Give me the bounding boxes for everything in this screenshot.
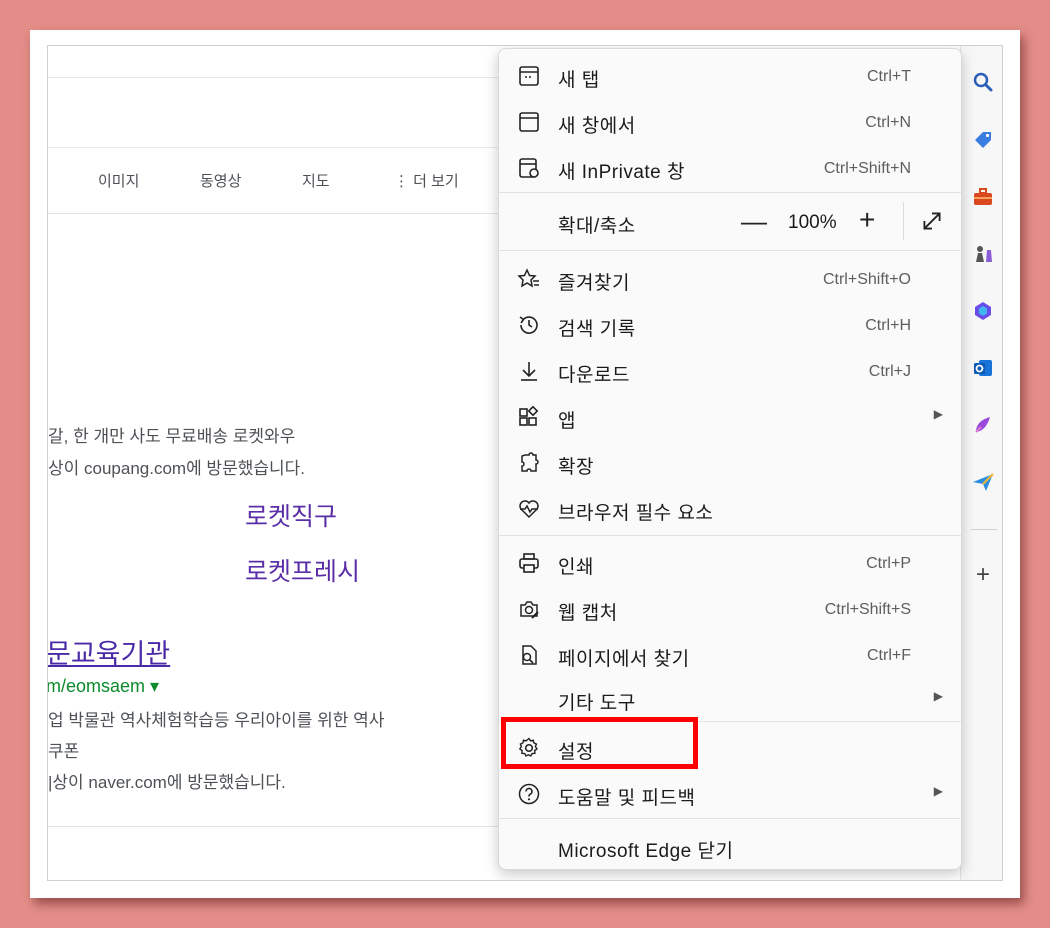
menu-item-new-tab[interactable]: 새 탭 Ctrl+T: [499, 52, 961, 98]
tools-briefcase-icon[interactable]: [971, 185, 995, 209]
games-icon[interactable]: [971, 242, 995, 266]
menu-item-more-tools[interactable]: 기타 도구 ▶: [499, 675, 961, 721]
menu-item-extensions[interactable]: 확장: [499, 439, 961, 485]
result-snippet: 쿠폰: [48, 742, 80, 761]
shortcut-text: Ctrl+P: [866, 555, 911, 572]
find-on-page-icon: [517, 643, 541, 667]
zoom-in-button[interactable]: +: [859, 204, 875, 236]
tab-maps[interactable]: 지도: [302, 170, 330, 191]
menu-item-new-window[interactable]: 새 창에서 Ctrl+N: [499, 98, 961, 144]
heart-pulse-icon: [517, 497, 541, 521]
menu-item-apps[interactable]: 앱 ▶: [499, 393, 961, 439]
add-icon[interactable]: +: [971, 563, 995, 587]
menu-item-label: 인쇄: [558, 557, 594, 578]
apps-icon: [517, 405, 541, 429]
divider: [48, 826, 508, 827]
history-icon: [517, 313, 541, 337]
shortcut-text: Ctrl+N: [865, 114, 911, 131]
menu-item-print[interactable]: 인쇄 Ctrl+P: [499, 539, 961, 585]
menu-item-label: 확대/축소: [558, 216, 636, 237]
result-url[interactable]: m/eomsaem ▾: [48, 676, 159, 697]
result-title-link[interactable]: 문교육기관: [48, 632, 170, 671]
menu-item-find-on-page[interactable]: 페이지에서 찾기 Ctrl+F: [499, 631, 961, 677]
result-snippet: 갈, 한 개만 사도 무료배송 로켓와우: [48, 427, 296, 446]
shopping-tag-icon[interactable]: [971, 128, 995, 152]
favorites-star-icon: [517, 267, 541, 291]
menu-item-label: 도움말 및 피드백: [558, 788, 696, 809]
menu-item-label: 검색 기록: [558, 319, 636, 340]
result-visit-note: 상이 coupang.com에 방문했습니다.: [48, 459, 305, 478]
zoom-level: 100%: [788, 212, 837, 233]
tab-images[interactable]: 이미지: [98, 170, 139, 191]
shortcut-text: Ctrl+F: [867, 647, 911, 664]
print-icon: [517, 551, 541, 575]
menu-item-zoom: 확대/축소 — 100% +: [499, 198, 961, 244]
shortcut-text: Ctrl+T: [867, 68, 911, 85]
menu-item-label: 페이지에서 찾기: [558, 649, 690, 670]
extensions-puzzle-icon: [517, 451, 541, 475]
fullscreen-icon[interactable]: [919, 208, 945, 234]
shortcut-text: Ctrl+Shift+O: [822, 271, 911, 288]
chevron-right-icon: ▶: [933, 407, 943, 421]
menu-item-label: 다운로드: [558, 365, 630, 386]
chevron-right-icon: ▶: [933, 784, 943, 798]
menu-item-browser-essentials[interactable]: 브라우저 필수 요소: [499, 485, 961, 531]
new-tab-icon: [517, 64, 541, 88]
result-snippet: 업 박물관 역사체험학습등 우리아이를 위한 역사: [48, 711, 385, 730]
copilot-icon[interactable]: [971, 299, 995, 323]
zoom-out-button[interactable]: —: [741, 206, 767, 237]
sitelink-rocket-fresh[interactable]: 로켓프레시: [245, 552, 360, 588]
menu-item-label: Microsoft Edge 닫기: [558, 841, 734, 862]
menu-item-history[interactable]: 검색 기록 Ctrl+H: [499, 301, 961, 347]
send-icon[interactable]: [971, 470, 995, 494]
inprivate-window-icon: [517, 156, 541, 180]
menu-divider: [499, 818, 961, 819]
search-icon[interactable]: [971, 70, 995, 94]
menu-item-label: 새 탭: [558, 70, 600, 91]
shortcut-text: Ctrl+Shift+S: [824, 601, 911, 618]
menu-item-label: 확장: [558, 457, 594, 478]
outlook-icon[interactable]: [971, 356, 995, 380]
settings-highlight-box: [501, 717, 698, 769]
edge-sidebar: +: [960, 46, 1002, 880]
shortcut-text: Ctrl+J: [868, 363, 911, 380]
tab-videos[interactable]: 동영상: [200, 170, 241, 191]
shortcut-text: Ctrl+Shift+N: [823, 160, 911, 177]
menu-item-label: 웹 캡처: [558, 603, 618, 624]
zoom-divider: [903, 202, 904, 240]
menu-item-web-capture[interactable]: 웹 캡처 Ctrl+Shift+S: [499, 585, 961, 631]
menu-item-close-edge[interactable]: Microsoft Edge 닫기: [499, 823, 961, 869]
menu-item-label: 앱: [558, 411, 576, 432]
menu-divider: [499, 535, 961, 536]
new-window-icon: [517, 110, 541, 134]
menu-divider: [499, 192, 961, 193]
menu-item-label: 새 창에서: [558, 116, 636, 137]
shortcut-text: Ctrl+H: [865, 317, 911, 334]
menu-divider: [499, 250, 961, 251]
sidebar-divider: [971, 529, 997, 530]
download-icon: [517, 359, 541, 383]
menu-item-label: 기타 도구: [558, 693, 636, 714]
result-visit-note: |상이 naver.com에 방문했습니다.: [48, 773, 286, 792]
menu-item-new-inprivate[interactable]: 새 InPrivate 창 Ctrl+Shift+N: [499, 144, 961, 190]
help-question-icon: [517, 782, 541, 806]
menu-item-label: 브라우저 필수 요소: [558, 503, 714, 524]
menu-item-label: 즐겨찾기: [558, 273, 630, 294]
sitelink-rocket-direct[interactable]: 로켓직구: [245, 497, 337, 533]
menu-item-favorites[interactable]: 즐겨찾기 Ctrl+Shift+O: [499, 255, 961, 301]
menu-item-label: 새 InPrivate 창: [558, 162, 685, 183]
designer-icon[interactable]: [971, 413, 995, 437]
menu-item-downloads[interactable]: 다운로드 Ctrl+J: [499, 347, 961, 393]
web-capture-icon: [517, 597, 541, 621]
chevron-right-icon: ▶: [933, 689, 943, 703]
tab-more[interactable]: ⋮ 더 보기: [394, 170, 459, 191]
menu-item-help-feedback[interactable]: 도움말 및 피드백 ▶: [499, 770, 961, 816]
